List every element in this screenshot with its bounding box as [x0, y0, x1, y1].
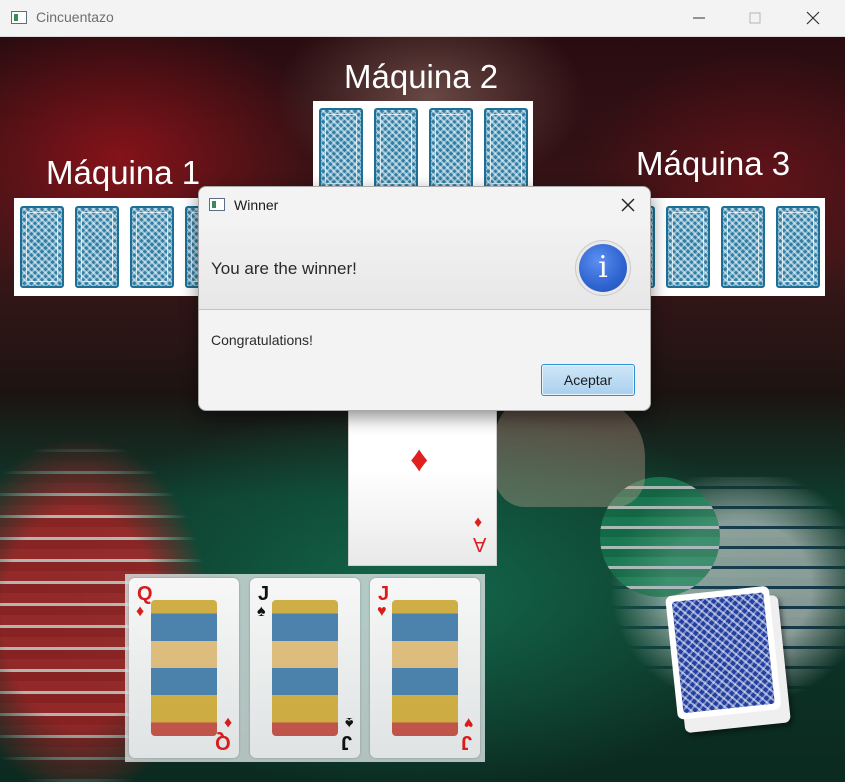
card-rank: J	[258, 583, 270, 605]
accept-button[interactable]: Aceptar	[541, 364, 635, 396]
jack-figure	[272, 600, 338, 736]
card-suit: ♥	[377, 603, 387, 620]
player-card[interactable]: J ♥ ♥ J	[370, 578, 480, 758]
card-back	[666, 206, 710, 288]
card-suit-bottom: ♦	[223, 714, 232, 731]
close-icon	[806, 11, 820, 25]
machine-1-label: Máquina 1	[46, 154, 201, 191]
card-suit: ♦	[136, 603, 145, 620]
card-suit-bottom: ♥	[463, 714, 474, 731]
queen-figure	[151, 600, 217, 736]
card-rank-bottom: J	[340, 731, 352, 753]
dialog-close-button[interactable]	[615, 193, 641, 217]
player-card[interactable]: Q ♦ ♦ Q	[129, 578, 239, 758]
info-icon: i	[579, 244, 627, 292]
jack-figure	[392, 600, 458, 736]
card-rank: Q	[137, 583, 153, 605]
deck-top-card	[665, 585, 782, 720]
card-back	[130, 206, 174, 288]
close-button[interactable]	[790, 0, 836, 36]
dialog-header-text: You are the winner!	[211, 259, 357, 278]
window-titlebar: Cincuentazo	[0, 0, 845, 37]
card-rank-bottom: J	[460, 731, 472, 753]
card-back	[721, 206, 765, 288]
close-icon	[621, 198, 635, 212]
info-glyph: i	[598, 250, 608, 285]
table-card-corner-suit: ♦	[474, 514, 483, 531]
dialog-app-icon	[209, 198, 225, 211]
window-title: Cincuentazo	[36, 9, 114, 25]
dialog-title: Winner	[234, 197, 279, 213]
table-card-rank: A	[473, 533, 487, 555]
card-back	[75, 206, 119, 288]
card-back	[484, 108, 528, 190]
maximize-button[interactable]	[732, 0, 778, 36]
table-card: ♦ ♦ A	[348, 405, 497, 566]
machine-3-label: Máquina 3	[636, 145, 791, 182]
card-rank-bottom: Q	[215, 731, 231, 753]
card-back	[20, 206, 64, 288]
dialog-header: You are the winner! i	[199, 223, 650, 310]
player-card[interactable]: J ♠ ♠ J	[250, 578, 360, 758]
winner-dialog: Winner You are the winner! i Congratulat…	[198, 186, 651, 411]
draw-deck[interactable]	[665, 584, 797, 734]
card-back	[429, 108, 473, 190]
table-card-suit: ♦	[410, 438, 429, 479]
machine-2-label: Máquina 2	[344, 58, 499, 95]
card-back	[319, 108, 363, 190]
player-hand: Q ♦ ♦ Q J ♠ ♠ J J ♥ ♥ J	[125, 574, 485, 762]
app-icon	[11, 11, 27, 24]
card-suit: ♠	[257, 603, 266, 620]
card-suit-bottom: ♠	[344, 714, 354, 731]
minimize-button[interactable]	[676, 0, 722, 36]
card-rank: J	[378, 583, 390, 605]
minimize-icon	[693, 17, 705, 19]
card-back	[374, 108, 418, 190]
dialog-content-text: Congratulations!	[211, 332, 313, 348]
machine-2-hand	[313, 101, 533, 194]
dealer-hand	[495, 397, 645, 507]
maximize-icon	[749, 12, 761, 24]
card-back	[776, 206, 820, 288]
dialog-titlebar: Winner	[199, 187, 650, 223]
